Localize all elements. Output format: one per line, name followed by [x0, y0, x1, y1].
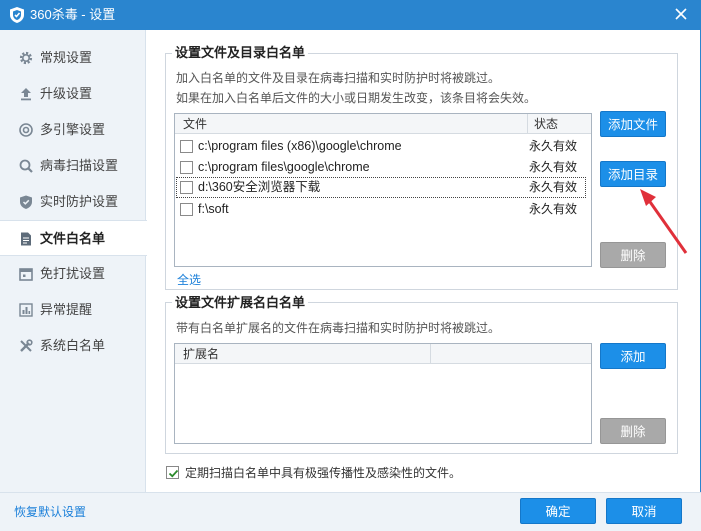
- sidebar-item-label: 常规设置: [40, 50, 93, 65]
- sidebar-item-multi-engine[interactable]: 多引擎设置: [0, 112, 146, 148]
- sidebar-item-label: 病毒扫描设置: [40, 158, 119, 173]
- add-extension-button[interactable]: 添加: [600, 343, 666, 369]
- row-status: 永久有效: [529, 160, 578, 174]
- file-section-desc-2: 如果在加入白名单后文件的大小或日期发生改变，该条目将会失效。: [176, 91, 537, 105]
- document-icon: [21, 232, 31, 246]
- row-path: d:\360安全浏览器下载: [198, 180, 321, 194]
- periodic-scan-checkbox[interactable]: [166, 466, 179, 479]
- row-path: c:\program files (x86)\google\chrome: [198, 139, 402, 153]
- restore-defaults-link[interactable]: 恢复默认设置: [14, 505, 86, 519]
- cancel-button[interactable]: 取消: [606, 498, 682, 524]
- sidebar-item-upgrade[interactable]: 升级设置: [0, 76, 146, 112]
- sidebar-item-general[interactable]: 常规设置: [0, 40, 146, 76]
- delete-file-button[interactable]: 删除: [600, 242, 666, 268]
- search-icon: [19, 159, 33, 173]
- add-file-button[interactable]: 添加文件: [600, 111, 666, 137]
- sidebar-item-system-whitelist[interactable]: 系统白名单: [0, 328, 146, 364]
- column-header-status[interactable]: 状态: [534, 117, 558, 131]
- periodic-scan-label: 定期扫描白名单中具有极强传播性及感染性的文件。: [185, 466, 462, 480]
- sidebar-item-realtime[interactable]: 实时防护设置: [0, 184, 146, 220]
- sidebar-item-label: 实时防护设置: [40, 194, 119, 209]
- row-path: f:\soft: [198, 202, 229, 216]
- shield-icon: [20, 195, 32, 209]
- extension-section-desc: 带有白名单扩展名的文件在病毒扫描和实时防护时将被跳过。: [176, 321, 501, 335]
- table-row[interactable]: c:\program files\google\chrome 永久有效: [176, 157, 586, 178]
- sidebar-item-label: 异常提醒: [40, 302, 93, 317]
- window-title: 360杀毒 - 设置: [30, 7, 116, 22]
- row-path: c:\program files\google\chrome: [198, 160, 370, 174]
- sidebar-item-alert[interactable]: 异常提醒: [0, 292, 146, 328]
- bar-chart-icon: [19, 303, 33, 317]
- table-row-selected[interactable]: d:\360安全浏览器下载 永久有效: [176, 177, 586, 198]
- gear-icon: [19, 51, 33, 65]
- upload-icon: [21, 88, 31, 101]
- table-row[interactable]: c:\program files (x86)\google\chrome 永久有…: [176, 136, 586, 157]
- sidebar: 常规设置 升级设置 多引擎设置 病毒扫描设置 实时防护设置 文件白名单 免打扰设…: [0, 30, 147, 493]
- sidebar-item-label: 免打扰设置: [40, 266, 106, 281]
- table-row[interactable]: f:\soft 永久有效: [176, 199, 586, 220]
- checkmark-icon: [168, 469, 179, 478]
- sidebar-item-label: 升级设置: [40, 86, 93, 101]
- column-header-extension[interactable]: 扩展名: [183, 347, 219, 361]
- file-table: 文件 状态 c:\program files (x86)\google\chro…: [174, 113, 592, 267]
- sidebar-item-no-disturb[interactable]: 免打扰设置: [0, 256, 146, 292]
- extension-table-header: 扩展名: [175, 344, 591, 364]
- file-table-header: 文件 状态: [175, 114, 591, 134]
- column-divider: [430, 344, 431, 364]
- row-checkbox[interactable]: [180, 161, 193, 174]
- select-all-link[interactable]: 全选: [177, 273, 201, 287]
- title-bar: 360杀毒 - 设置: [0, 0, 701, 30]
- add-directory-button[interactable]: 添加目录: [600, 161, 666, 187]
- row-status: 永久有效: [529, 139, 578, 153]
- sidebar-item-file-whitelist[interactable]: 文件白名单: [0, 220, 147, 256]
- close-icon[interactable]: [673, 6, 689, 22]
- tools-icon: [20, 339, 33, 352]
- column-header-file[interactable]: 文件: [183, 117, 207, 131]
- sidebar-item-label: 多引擎设置: [40, 122, 106, 137]
- row-checkbox[interactable]: [180, 181, 193, 194]
- extension-table: 扩展名: [174, 343, 592, 444]
- engine-icon: [19, 123, 33, 137]
- extension-section-title: 设置文件扩展名白名单: [172, 295, 309, 311]
- ok-button[interactable]: 确定: [520, 498, 596, 524]
- row-status: 永久有效: [529, 202, 578, 216]
- column-divider: [527, 114, 528, 134]
- sidebar-item-label: 文件白名单: [40, 231, 106, 246]
- file-section-desc: 加入白名单的文件及目录在病毒扫描和实时防护时将被跳过。: [176, 71, 501, 85]
- row-checkbox[interactable]: [180, 203, 193, 216]
- sidebar-item-virus-scan[interactable]: 病毒扫描设置: [0, 148, 146, 184]
- delete-extension-button[interactable]: 删除: [600, 418, 666, 444]
- row-checkbox[interactable]: [180, 140, 193, 153]
- file-section-title: 设置文件及目录白名单: [172, 45, 309, 61]
- 360-shield-logo-icon: [10, 7, 24, 23]
- sidebar-item-label: 系统白名单: [40, 338, 106, 353]
- row-status: 永久有效: [529, 180, 578, 194]
- calendar-icon: [19, 268, 33, 281]
